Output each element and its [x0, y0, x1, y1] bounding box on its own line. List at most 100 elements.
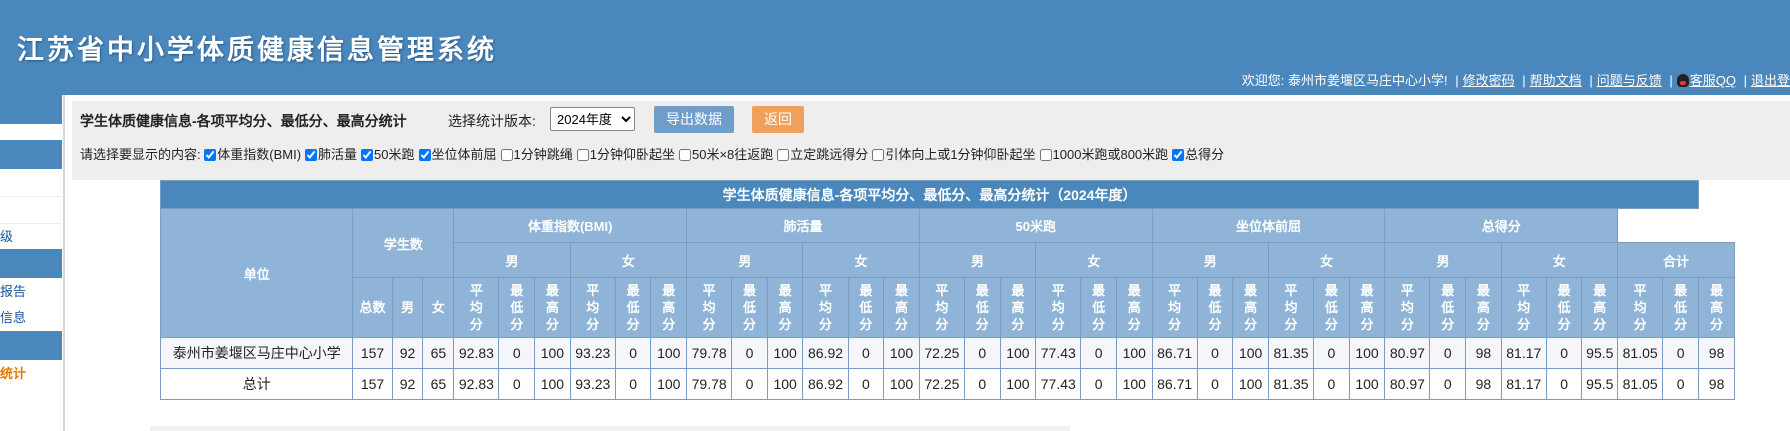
option-0[interactable]: 体重指数(BMI)	[204, 147, 301, 162]
value-cell: 81.35	[1267, 368, 1315, 400]
stat-header: 最高分	[650, 277, 688, 338]
gender-header: 男	[453, 242, 571, 278]
value-cell: 0	[1429, 337, 1467, 369]
sidebar-header[interactable]	[0, 331, 62, 360]
option-checkbox[interactable]	[576, 149, 589, 161]
option-label: 1分钟跳绳	[513, 147, 573, 162]
welcome-text: 欢迎您: 泰州市姜堰区马庄中心小学!	[1241, 73, 1448, 88]
stat-header: 最高分	[1581, 277, 1619, 338]
sidebar-item-report[interactable]: 报告	[0, 279, 62, 305]
gender-header: 女	[802, 242, 920, 278]
option-1[interactable]: 肺活量	[305, 147, 357, 162]
stat-header: 最高分	[1115, 277, 1153, 338]
option-label: 1分钟仰卧起坐	[589, 147, 675, 162]
stat-header-label: 最高分	[778, 283, 792, 332]
sidebar-header[interactable]	[0, 95, 62, 124]
value-cell: 0	[1429, 368, 1467, 400]
version-label: 选择统计版本:	[448, 113, 536, 129]
sidebar-item[interactable]	[0, 171, 62, 197]
back-button[interactable]: 返回	[752, 106, 804, 133]
feedback-link[interactable]: 问题与反馈	[1597, 73, 1662, 88]
gender-header: 合计	[1617, 242, 1735, 278]
stat-header-label: 平均分	[1051, 283, 1065, 332]
value-cell: 100	[766, 368, 804, 400]
stat-header: 平均分	[453, 277, 500, 338]
stat-header-label: 最高分	[1360, 283, 1374, 332]
value-cell: 157	[352, 337, 393, 369]
option-label: 坐位体前屈	[431, 147, 497, 162]
option-checkbox[interactable]	[872, 149, 885, 161]
value-cell: 77.43	[1035, 368, 1082, 400]
option-7[interactable]: 立定跳远得分	[777, 147, 868, 162]
stat-header-label: 最低分	[1208, 283, 1222, 332]
stat-header-label: 最高分	[1127, 283, 1141, 332]
value-cell: 0	[498, 337, 536, 369]
header-bar: 江苏省中小学体质健康信息管理系统 欢迎您: 泰州市姜堰区马庄中心小学! | 修改密…	[0, 0, 1790, 95]
sidebar-item-info[interactable]: 信息	[0, 305, 62, 331]
value-cell: 93.23	[569, 368, 616, 400]
stat-header: 最低分	[614, 277, 652, 338]
stat-header-label: 平均分	[935, 283, 949, 332]
stat-header-label: 最低分	[626, 283, 640, 332]
option-6[interactable]: 50米×8往返跑	[679, 147, 773, 162]
stat-header-label: 最高分	[1011, 283, 1025, 332]
value-cell: 100	[766, 337, 804, 369]
option-checkbox[interactable]	[204, 149, 217, 161]
value-cell: 72.25	[918, 337, 965, 369]
version-select[interactable]: 2024年度	[550, 107, 635, 131]
value-cell: 0	[1196, 368, 1234, 400]
stat-header: 平均分	[1384, 277, 1431, 338]
sidebar-item[interactable]	[0, 198, 62, 224]
stat-header-label: 最高分	[1244, 283, 1258, 332]
stat-header-label: 最高分	[662, 283, 676, 332]
help-doc-link[interactable]: 帮助文档	[1530, 73, 1582, 88]
option-checkbox[interactable]	[1039, 149, 1052, 161]
gender-header: 男	[1384, 242, 1502, 278]
stat-header-label: 最高分	[1476, 283, 1490, 332]
option-2[interactable]: 50米跑	[361, 147, 415, 162]
logout-link[interactable]: 退出登	[1751, 73, 1790, 88]
option-4[interactable]: 1分钟跳绳	[500, 147, 573, 162]
unit-header: 单位	[159, 208, 354, 338]
value-cell: 0	[963, 368, 1001, 400]
value-cell: 92	[391, 337, 424, 369]
stat-header-label: 最低分	[1557, 283, 1571, 332]
sidebar-item-statistics[interactable]: 统计	[0, 361, 62, 387]
gender-header: 女	[569, 242, 688, 278]
option-8[interactable]: 引体向上或1分钟仰卧起坐	[872, 147, 1036, 162]
change-password-link[interactable]: 修改密码	[1463, 73, 1515, 88]
option-3[interactable]: 坐位体前屈	[418, 147, 497, 162]
option-10[interactable]: 总得分	[1172, 147, 1224, 162]
sidebar-item-grade[interactable]: 级	[0, 224, 62, 250]
option-checkbox[interactable]	[1172, 149, 1185, 161]
stat-header-label: 最低分	[1324, 283, 1338, 332]
value-cell: 79.78	[686, 337, 733, 369]
stat-header-label: 最低分	[1441, 283, 1455, 332]
value-cell: 100	[1115, 368, 1153, 400]
stat-header: 最高分	[1348, 277, 1386, 338]
stat-header: 最低分	[1545, 277, 1583, 338]
gender-header: 女	[1035, 242, 1153, 278]
option-checkbox[interactable]	[679, 149, 691, 161]
option-5[interactable]: 1分钟仰卧起坐	[576, 147, 675, 162]
option-checkbox[interactable]	[305, 149, 318, 161]
qq-service-link[interactable]: 客服QQ	[1690, 73, 1736, 88]
option-label: 1000米跑或800米跑	[1052, 147, 1169, 162]
unit-cell: 总计	[159, 368, 354, 400]
option-checkbox[interactable]	[361, 149, 374, 161]
display-options: 请选择要显示的内容: 体重指数(BMI) 肺活量 50米跑 坐位体前屈 1分钟跳绳 1分钟…	[80, 144, 1228, 163]
export-button[interactable]: 导出数据	[654, 106, 734, 133]
stat-header: 平均分	[1151, 277, 1198, 338]
value-cell: 100	[1115, 337, 1153, 369]
option-checkbox[interactable]	[418, 149, 431, 161]
value-cell: 77.43	[1035, 337, 1082, 369]
stat-header: 最低分	[847, 277, 885, 338]
stat-header: 平均分	[1267, 277, 1315, 338]
option-checkbox[interactable]	[500, 149, 513, 161]
option-checkbox[interactable]	[777, 149, 790, 161]
stat-header-label: 平均分	[469, 283, 483, 332]
value-cell: 0	[614, 337, 652, 369]
option-9[interactable]: 1000米跑或800米跑	[1039, 147, 1169, 162]
sidebar-header[interactable]	[0, 140, 62, 169]
sidebar-header[interactable]	[0, 249, 62, 278]
